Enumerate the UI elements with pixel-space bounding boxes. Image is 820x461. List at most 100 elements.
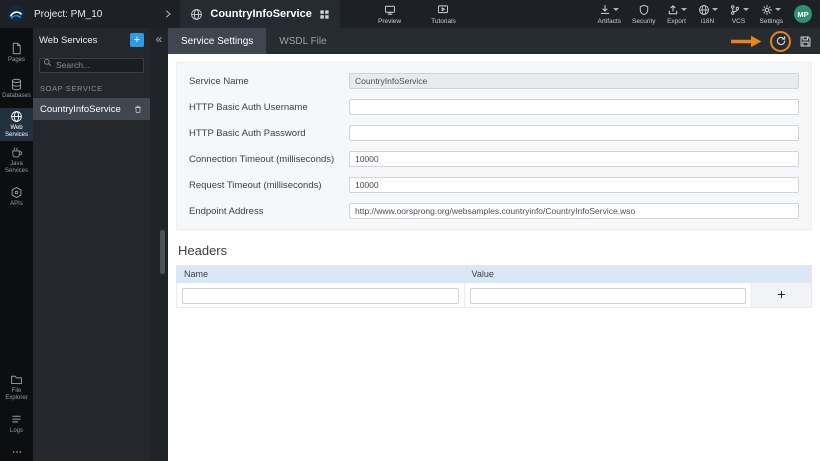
request-timeout-input[interactable] — [349, 177, 799, 193]
security-button[interactable]: Security — [632, 4, 656, 25]
service-name-input — [349, 73, 799, 89]
annotation-arrow — [730, 35, 762, 48]
form-row: Request Timeout (milliseconds) — [189, 172, 799, 198]
connection-timeout-label: Connection Timeout (milliseconds) — [189, 153, 335, 165]
web-services-panel: Web Services + SOAP SERVICE CountryInfoS… — [33, 28, 150, 461]
globe-icon — [191, 8, 203, 20]
caret-down-icon — [775, 8, 782, 11]
search-icon — [44, 59, 52, 67]
caret-down-icon — [742, 8, 749, 11]
artifacts-label: Artifacts — [597, 17, 622, 25]
i18n-menu-button[interactable]: i18N — [698, 4, 718, 25]
chevron-right-icon[interactable] — [164, 10, 172, 18]
refresh-icon — [776, 36, 785, 46]
soap-service-section-label: SOAP SERVICE — [40, 84, 103, 93]
vcs-label: VCS — [731, 17, 746, 25]
api-hexagon-icon — [11, 186, 22, 198]
more-options-button[interactable] — [0, 443, 33, 461]
app-logo-icon[interactable] — [6, 4, 26, 24]
request-timeout-label: Request Timeout (milliseconds) — [189, 179, 322, 191]
tab-wsdl-file[interactable]: WSDL File — [266, 28, 339, 54]
vcs-menu-button[interactable]: VCS — [729, 4, 749, 25]
search-input[interactable] — [39, 57, 144, 73]
topbar-center: Preview Tutorials — [378, 0, 456, 28]
service-tabbar: Service Settings WSDL File — [168, 28, 820, 54]
sidebar-item-databases[interactable]: Databases — [0, 72, 33, 105]
caret-down-icon — [613, 8, 620, 11]
service-artifact-tab[interactable]: CountryInfoService — [180, 0, 340, 28]
topbar: Project: PM_10 CountryInfoService Previe… — [0, 0, 820, 28]
headers-table: Name Value + — [176, 265, 812, 308]
tutorials-label: Tutorials — [431, 17, 456, 25]
preview-label: Preview — [378, 17, 402, 25]
form-row: Service Name — [189, 68, 799, 94]
endpoint-address-label: Endpoint Address — [189, 205, 264, 217]
headers-table-row: + — [176, 282, 812, 308]
sidebar-item-logs[interactable]: Logs — [0, 407, 33, 440]
service-list-item[interactable]: CountryInfoService — [33, 98, 150, 120]
sidebar-item-file-explorer[interactable]: File Explorer — [0, 371, 33, 404]
preview-button[interactable]: Preview — [378, 4, 401, 25]
app-window: Project: PM_10 CountryInfoService Previe… — [0, 0, 820, 461]
ellipsis-icon — [12, 451, 21, 453]
logs-list-icon — [12, 415, 21, 423]
tutorials-button[interactable]: Tutorials — [431, 4, 456, 25]
basic-auth-password-input[interactable] — [349, 125, 799, 141]
save-service-button[interactable] — [799, 35, 812, 48]
scrollbar-thumb[interactable] — [160, 230, 165, 274]
sidebar-item-pages[interactable]: Pages — [0, 36, 33, 69]
i18n-label: i18N — [700, 17, 715, 25]
service-name-label: Service Name — [189, 75, 249, 87]
java-coffee-icon — [12, 147, 23, 158]
sidebar-item-apis[interactable]: APIs — [0, 180, 33, 213]
service-settings-form: Service Name HTTP Basic Auth Username HT… — [176, 62, 812, 230]
caret-down-icon — [711, 8, 718, 11]
settings-menu-button[interactable]: Settings — [760, 4, 783, 25]
export-menu-button[interactable]: Export — [667, 4, 687, 25]
service-settings-content: Service Name HTTP Basic Auth Username HT… — [168, 54, 820, 461]
sidebar-item-web-services[interactable]: Web Services — [0, 108, 33, 141]
collapse-panel-button[interactable]: « — [156, 33, 163, 45]
connection-timeout-input[interactable] — [349, 151, 799, 167]
header-col-name: Name — [176, 265, 465, 283]
main-area: Service Settings WSDL File Service Name … — [168, 28, 820, 461]
trash-icon — [135, 105, 141, 113]
tutorials-icon — [438, 4, 449, 13]
left-icon-sidebar: Pages Databases Web Services Java Servic… — [0, 28, 33, 461]
delete-service-button[interactable] — [133, 104, 143, 114]
apps-grid-icon[interactable] — [319, 9, 330, 20]
body-row: Pages Databases Web Services Java Servic… — [0, 28, 820, 461]
endpoint-address-input[interactable] — [349, 203, 799, 219]
export-icon — [668, 4, 677, 14]
i18n-globe-icon — [698, 4, 709, 15]
caret-down-icon — [680, 8, 687, 11]
header-name-input[interactable] — [182, 288, 459, 304]
headers-table-header-row: Name Value — [176, 265, 812, 283]
add-service-button[interactable]: + — [130, 33, 144, 47]
header-value-input[interactable] — [469, 288, 746, 304]
sidebar-item-java-services[interactable]: Java Services — [0, 144, 33, 177]
security-label: Security — [632, 17, 656, 25]
database-icon — [11, 78, 22, 90]
user-avatar[interactable]: MP — [794, 5, 812, 23]
header-col-actions — [751, 265, 812, 283]
header-col-value: Value — [463, 265, 752, 283]
sidebar-bottom-group: File Explorer Logs — [0, 371, 33, 461]
panel-splitter[interactable]: « — [150, 28, 168, 461]
basic-auth-username-input[interactable] — [349, 99, 799, 115]
reload-service-button[interactable] — [775, 35, 787, 47]
form-row: Endpoint Address — [189, 198, 799, 224]
basic-auth-username-label: HTTP Basic Auth Username — [189, 101, 308, 113]
preview-monitor-icon — [384, 5, 395, 15]
project-label: Project: PM_10 — [34, 8, 103, 20]
add-header-row-button[interactable]: + — [777, 287, 785, 301]
web-services-globe-icon — [11, 111, 22, 122]
folder-icon — [11, 375, 22, 385]
panel-header: Web Services + — [33, 28, 150, 52]
headers-section-title: Headers — [178, 243, 228, 258]
artifacts-menu-button[interactable]: Artifacts — [598, 4, 621, 25]
form-row: HTTP Basic Auth Password — [189, 120, 799, 146]
service-tab-label: CountryInfoService — [210, 8, 312, 20]
artifacts-download-icon — [601, 4, 610, 14]
tab-service-settings[interactable]: Service Settings — [168, 28, 267, 54]
